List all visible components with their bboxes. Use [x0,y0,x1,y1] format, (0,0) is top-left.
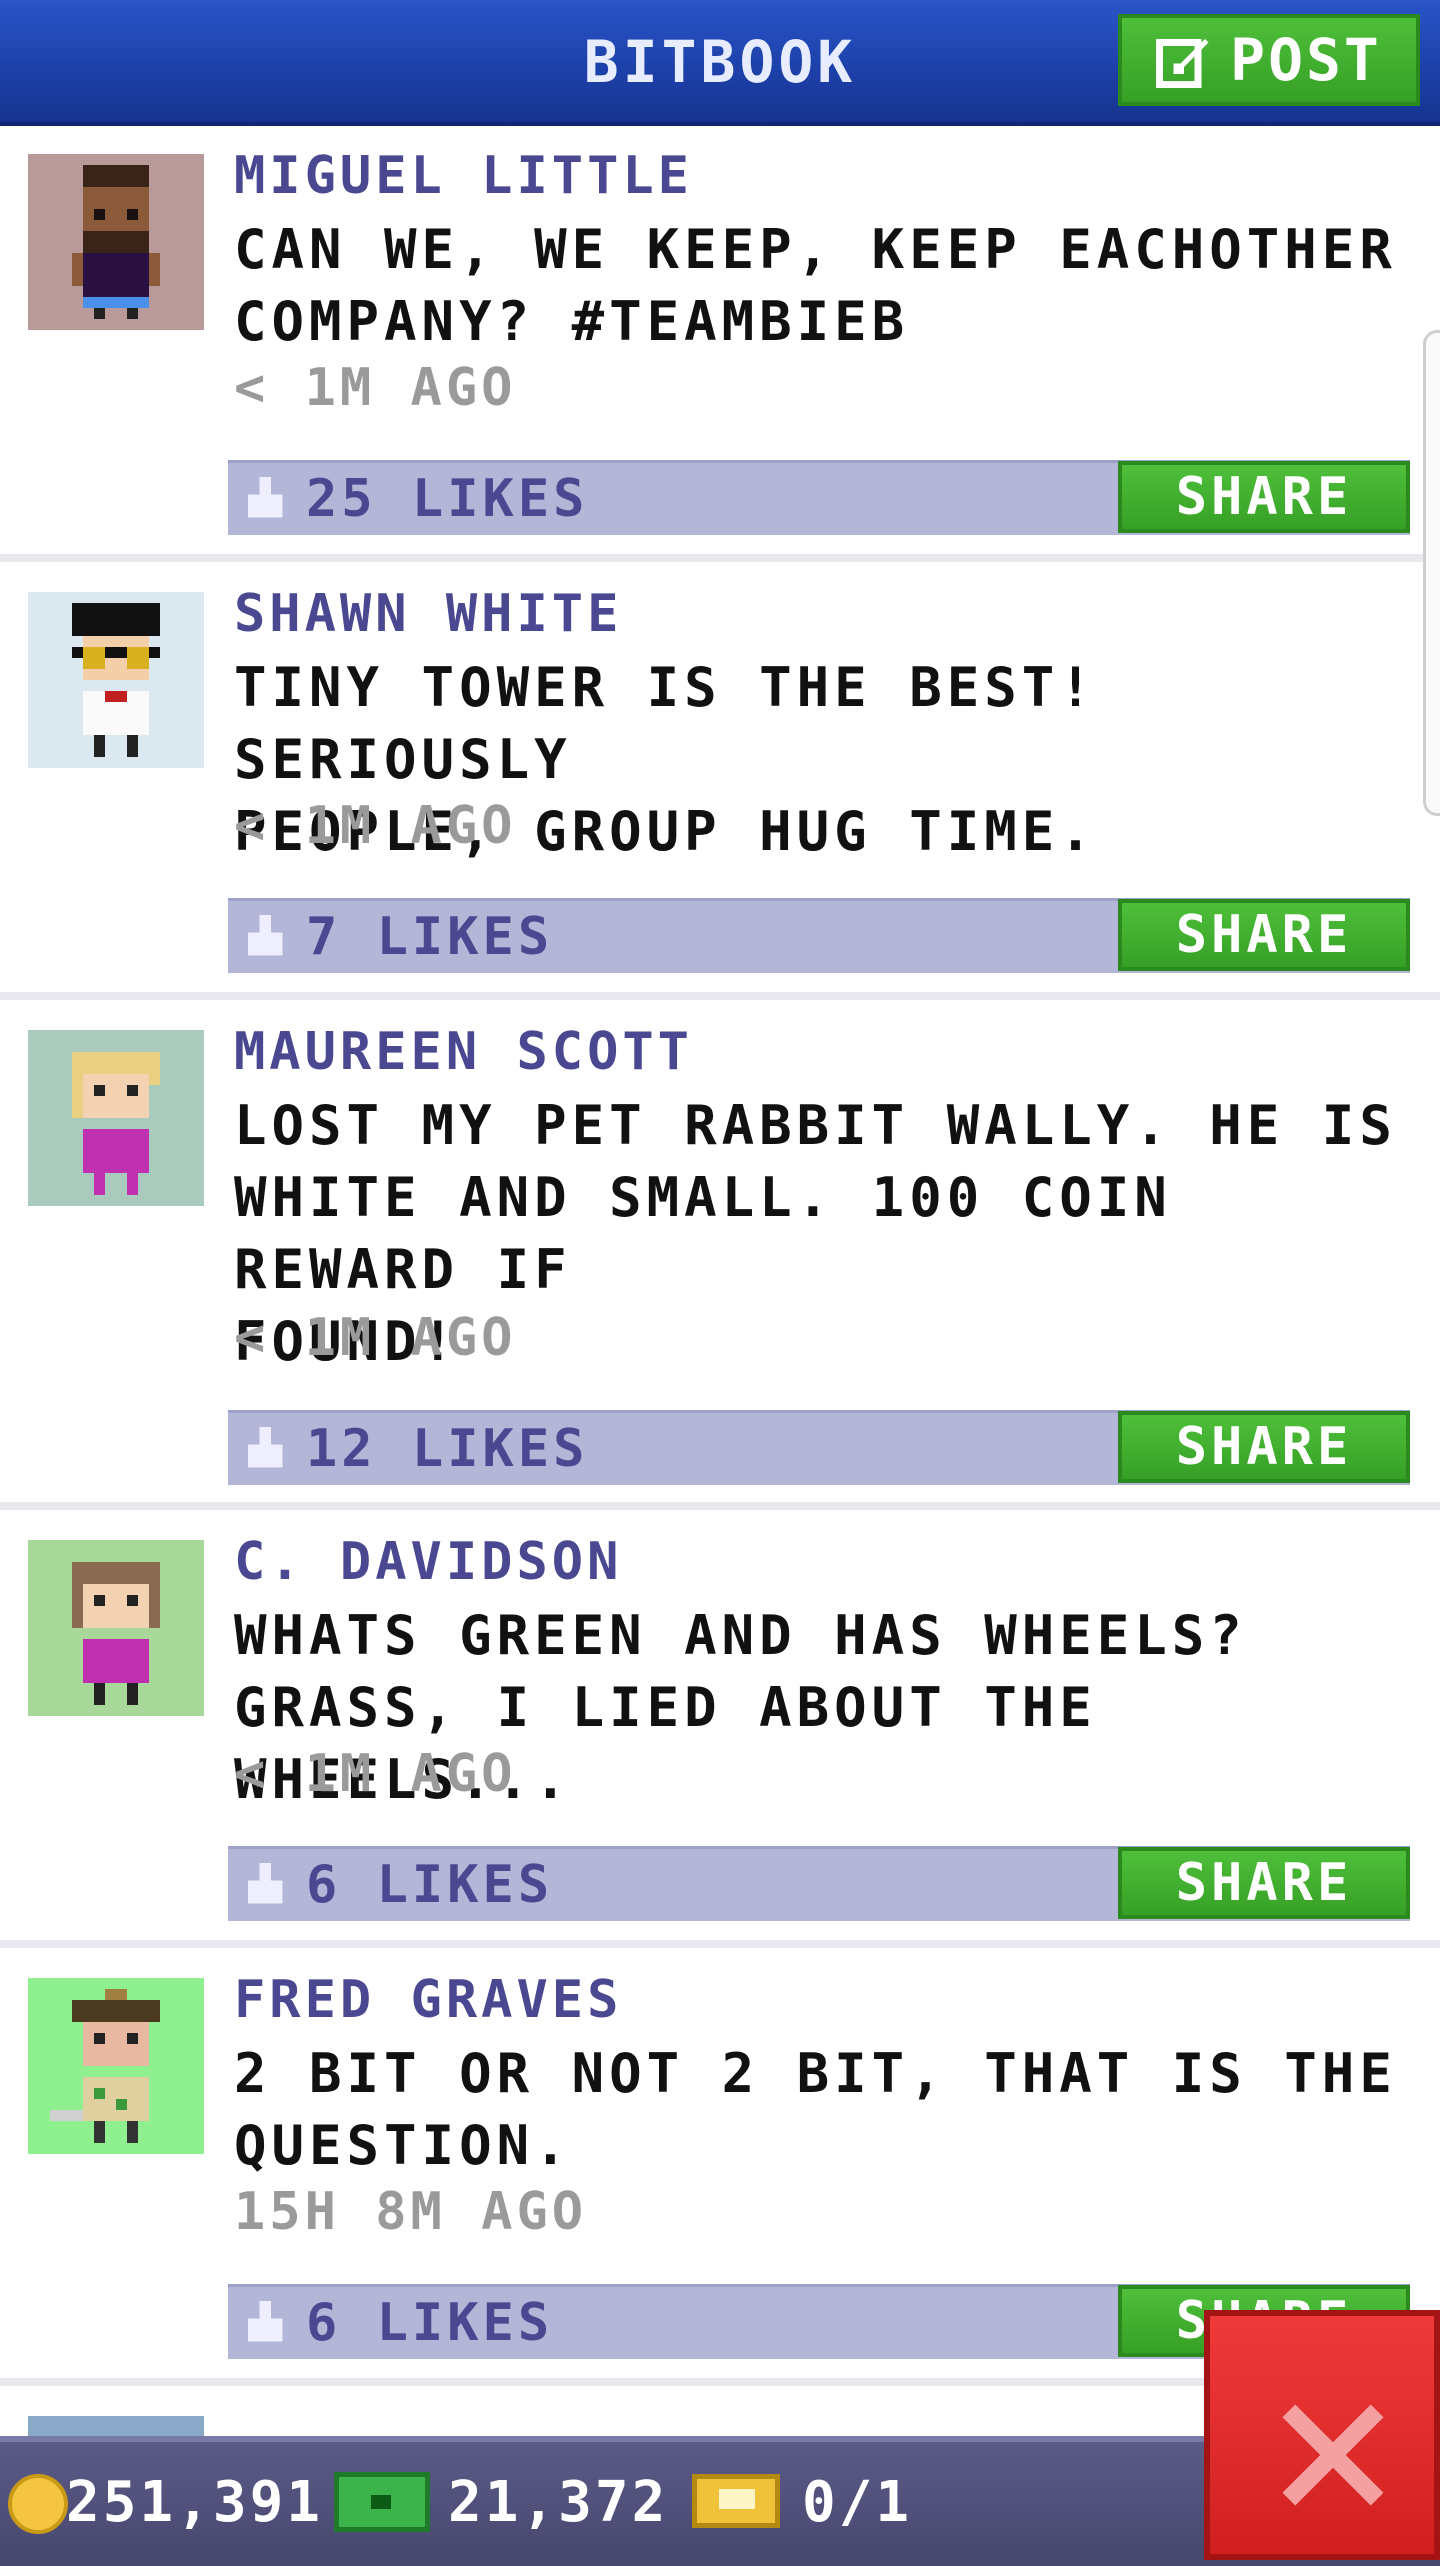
message-line: LOST MY PET RABBIT WALLY. HE IS [234,1094,1397,1157]
close-icon [1282,2404,1384,2506]
post-message: 2 BIT OR NOT 2 BIT, THAT IS THE QUESTION… [234,2038,1434,2182]
post-author[interactable]: MAUREEN SCOTT [234,1022,693,1082]
post-author[interactable]: SHAWN WHITE [234,584,622,644]
like-bar[interactable]: 7 LIKES SHARE [228,898,1410,973]
feed-post: C. DAVIDSON WHATS GREEN AND HAS WHEELS? … [0,1512,1440,1948]
feed-post: SHAWN WHITE TINY TOWER IS THE BEST! SERI… [0,564,1440,1000]
avatar[interactable] [28,1030,204,1206]
post-author[interactable]: MIGUEL LITTLE [234,146,693,206]
thumbs-up-icon [247,1863,283,1904]
ticket-icon [692,2474,780,2528]
message-line: WHITE AND SMALL. 100 COIN REWARD IF [234,1166,1172,1301]
message-line: CAN WE, WE KEEP, KEEP EACHOTHER [234,218,1397,281]
message-line: TINY TOWER IS THE BEST! SERIOUSLY [234,656,1097,791]
like-count: 6 LIKES [306,1855,554,1915]
thumbs-up-icon [247,477,283,518]
post-button[interactable]: POST [1118,14,1420,106]
ticket-count: 0/1 [802,2470,913,2535]
like-bar[interactable]: 25 LIKES SHARE [228,460,1410,535]
avatar-image [72,165,160,319]
coin-count: 251,391 [66,2470,324,2535]
post-time: < 1M AGO [234,1308,517,1368]
message-line: QUESTION. [234,2114,572,2177]
like-count: 7 LIKES [306,907,554,967]
avatar[interactable] [28,1978,204,2154]
scroll-indicator[interactable] [1423,330,1440,816]
like-bar[interactable]: 6 LIKES SHARE [228,1846,1410,1921]
feed-post: MAUREEN SCOTT LOST MY PET RABBIT WALLY. … [0,1002,1440,1510]
edit-icon [1156,39,1209,88]
post-time: < 1M AGO [234,358,517,418]
like-bar[interactable]: 12 LIKES SHARE [228,1410,1410,1485]
share-button[interactable]: SHARE [1118,1847,1410,1919]
post-time: < 1M AGO [234,1744,517,1804]
avatar[interactable] [28,2416,204,2436]
share-button[interactable]: SHARE [1118,899,1410,971]
share-button[interactable]: SHARE [1118,1411,1410,1483]
like-count: 12 LIKES [306,1419,589,1479]
thumbs-up-icon [247,915,283,956]
coin-icon [8,2474,68,2534]
post-message: CAN WE, WE KEEP, KEEP EACHOTHER COMPANY?… [234,214,1434,358]
post-button-label: POST [1230,26,1382,94]
avatar-image [50,1989,160,2143]
avatar-image [72,1052,160,1195]
bux-count: 21,372 [448,2470,669,2535]
avatar[interactable] [28,1540,204,1716]
post-time: < 1M AGO [234,796,517,856]
share-button[interactable]: SHARE [1118,461,1410,533]
feed-list[interactable]: MIGUEL LITTLE CAN WE, WE KEEP, KEEP EACH… [0,126,1440,2436]
post-author[interactable]: C. DAVIDSON [234,1532,622,1592]
post-time: 15H 8M AGO [234,2182,588,2242]
post-author[interactable]: FRED GRAVES [234,1970,622,2030]
avatar[interactable] [28,154,204,330]
top-bar: BITBOOK POST [0,0,1440,126]
feed-post: MIGUEL LITTLE CAN WE, WE KEEP, KEEP EACH… [0,126,1440,562]
message-line: WHATS GREEN AND HAS WHEELS? [234,1604,1247,1667]
like-count: 6 LIKES [306,2293,554,2353]
thumbs-up-icon [247,2301,283,2342]
like-count: 25 LIKES [306,469,589,529]
thumbs-up-icon [247,1427,283,1468]
close-button[interactable] [1204,2310,1440,2560]
bux-icon [334,2472,430,2532]
message-line: COMPANY? #TEAMBIEB [234,290,910,353]
avatar-image [72,1562,160,1705]
avatar-image [72,603,160,757]
message-line: 2 BIT OR NOT 2 BIT, THAT IS THE [234,2042,1397,2105]
avatar[interactable] [28,592,204,768]
